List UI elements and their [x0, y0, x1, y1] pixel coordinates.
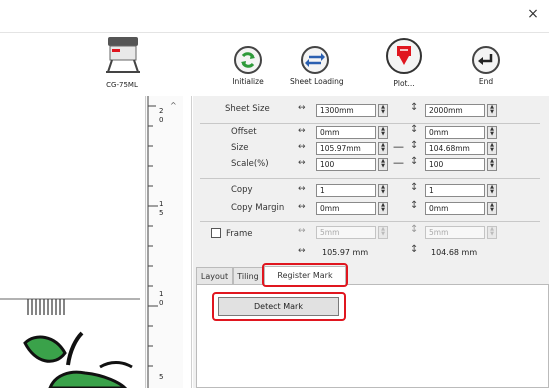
spinner-icon[interactable]: ▲ ▼: [378, 104, 388, 117]
scale-y-input[interactable]: 100: [425, 158, 485, 171]
tab-tiling[interactable]: Tiling: [233, 267, 263, 285]
plot-button[interactable]: Plot...: [381, 38, 427, 88]
frame-checkbox[interactable]: [211, 228, 221, 238]
refresh-icon: [234, 46, 262, 74]
swap-arrows-icon: [301, 46, 329, 74]
copy-margin-y-input[interactable]: 0mm: [425, 202, 485, 215]
lock-ratio-icon[interactable]: —: [393, 156, 404, 169]
frame-y-input[interactable]: 5mm: [425, 226, 485, 239]
spinner-icon[interactable]: ▲ ▼: [378, 142, 388, 155]
spinner-icon[interactable]: ▲ ▼: [378, 202, 388, 215]
spinner-icon[interactable]: ▲ ▼: [487, 202, 497, 215]
group-divider: [200, 123, 540, 124]
register-mark-preview: [0, 297, 140, 317]
horizontal-arrow-icon: ↔: [298, 226, 306, 236]
plot-icon: [386, 38, 422, 74]
ruler-label: 1: [159, 200, 164, 208]
copy-margin-label: Copy Margin: [231, 203, 285, 213]
offset-x-input[interactable]: 0mm: [316, 126, 376, 139]
scale-x-input[interactable]: 100: [316, 158, 376, 171]
initialize-label: Initialize: [232, 77, 264, 86]
vertical-arrow-icon: ↕: [410, 224, 419, 235]
vertical-arrow-icon: ↕: [410, 200, 419, 211]
copy-label: Copy: [231, 185, 253, 195]
lock-ratio-icon[interactable]: —: [393, 140, 404, 153]
spinner-icon[interactable]: ▲ ▼: [378, 226, 388, 239]
ruler-label: 0: [159, 116, 164, 124]
vertical-arrow-icon: ↕: [410, 124, 419, 135]
title-bar: [0, 0, 549, 28]
size-height-input[interactable]: 104.68mm: [425, 142, 485, 155]
plot-label: Plot...: [393, 79, 415, 88]
apple-leaf-image: [10, 325, 140, 388]
ruler-label: 1: [159, 290, 164, 298]
device-selector[interactable]: CG-75ML: [98, 34, 146, 94]
initialize-button[interactable]: Initialize: [225, 46, 271, 86]
result-height: 104.68 mm: [431, 248, 478, 257]
spinner-icon[interactable]: ▲ ▼: [487, 142, 497, 155]
plotter-icon: [106, 37, 140, 73]
vertical-arrow-icon: ↕: [410, 140, 419, 151]
horizontal-arrow-icon: ↔: [298, 158, 306, 168]
frame-label: Frame: [226, 229, 253, 239]
sheet-size-height-input[interactable]: 2000mm: [425, 104, 485, 117]
tab-layout[interactable]: Layout: [196, 267, 233, 285]
spinner-icon[interactable]: ▲ ▼: [487, 226, 497, 239]
offset-label: Offset: [231, 127, 257, 137]
copy-x-input[interactable]: 1: [316, 184, 376, 197]
horizontal-arrow-icon: ↔: [298, 184, 306, 194]
spinner-icon[interactable]: ▲ ▼: [378, 158, 388, 171]
horizontal-arrow-icon: ↔: [298, 246, 306, 256]
offset-y-input[interactable]: 0mm: [425, 126, 485, 139]
copy-margin-x-input[interactable]: 0mm: [316, 202, 376, 215]
sheet-loading-button[interactable]: Sheet Loading: [290, 46, 344, 86]
close-button[interactable]: ×: [523, 4, 543, 24]
vertical-arrow-icon: ↕: [410, 156, 419, 167]
ruler-label: 5: [159, 373, 164, 381]
end-label: End: [478, 77, 494, 86]
group-divider: [200, 178, 540, 179]
horizontal-arrow-icon: ↔: [298, 142, 306, 152]
device-name: CG-75ML: [106, 81, 138, 89]
spinner-icon[interactable]: ▲ ▼: [378, 184, 388, 197]
horizontal-arrow-icon: ↔: [298, 126, 306, 136]
spinner-icon[interactable]: ▲ ▼: [378, 126, 388, 139]
frame-x-input[interactable]: 5mm: [316, 226, 376, 239]
vertical-arrow-icon: ↕: [410, 244, 419, 255]
sheet-size-label: Sheet Size: [225, 104, 270, 114]
vertical-arrow-icon: ↕: [410, 182, 419, 193]
vertical-arrow-icon: ↕: [410, 102, 419, 113]
sheet-loading-label: Sheet Loading: [290, 77, 344, 86]
spinner-icon[interactable]: ▲ ▼: [487, 104, 497, 117]
spinner-icon[interactable]: ▲ ▼: [487, 184, 497, 197]
ruler-label: 2: [159, 107, 164, 115]
return-arrow-icon: [472, 46, 500, 74]
group-divider: [200, 221, 540, 222]
size-label: Size: [231, 143, 249, 153]
result-width: 105.97 mm: [322, 248, 369, 257]
register-mark-highlight: [262, 263, 348, 287]
horizontal-arrow-icon: ↔: [298, 103, 306, 113]
spinner-icon[interactable]: ▲ ▼: [487, 126, 497, 139]
ruler-label: 0: [159, 299, 164, 307]
ruler-label: 5: [159, 209, 164, 217]
ruler-scroll-up-icon[interactable]: ^: [170, 101, 177, 110]
horizontal-arrow-icon: ↔: [298, 202, 306, 212]
end-button[interactable]: End: [463, 46, 509, 86]
vertical-ruler: 2 0 1 5 1 0 5: [145, 96, 183, 388]
size-width-input[interactable]: 105.97mm: [316, 142, 376, 155]
spinner-icon[interactable]: ▲ ▼: [487, 158, 497, 171]
scale-label: Scale(%): [231, 159, 269, 169]
sheet-size-width-input[interactable]: 1300mm: [316, 104, 376, 117]
detect-mark-highlight: [212, 292, 346, 321]
copy-y-input[interactable]: 1: [425, 184, 485, 197]
